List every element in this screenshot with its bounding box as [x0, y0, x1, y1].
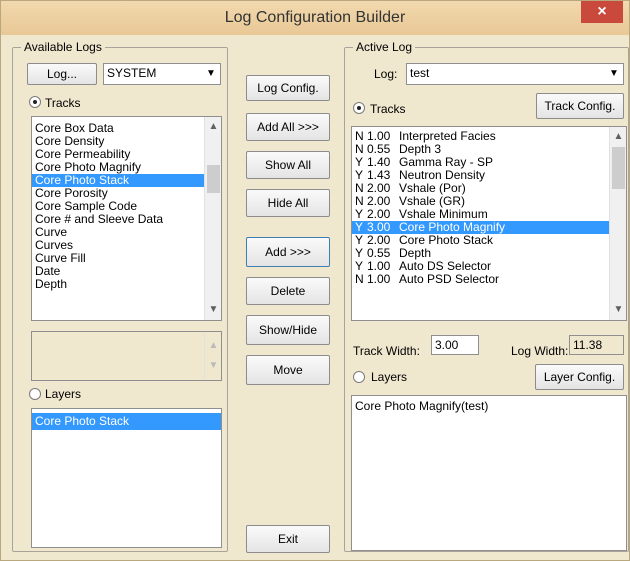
active-layers-radio[interactable] — [353, 371, 365, 383]
track-width-field[interactable]: 3.00 — [431, 335, 479, 355]
log-config-label: Log Config. — [257, 81, 319, 95]
scroll-up-icon: ▲ — [208, 340, 219, 351]
active-tracks-radio-label: Tracks — [370, 102, 406, 116]
available-tracks-scrollbar[interactable]: ▲ ▼ — [204, 117, 221, 320]
active-track-row[interactable]: N 2.00 Vshale (Por) — [352, 182, 626, 195]
log-width-field: 11.38 — [569, 335, 624, 355]
log-label: Log: — [374, 67, 398, 81]
active-log-label: Active Log — [353, 40, 416, 54]
scroll-down-icon: ▼ — [208, 360, 219, 371]
active-layer-item[interactable]: Core Photo Magnify(test) — [352, 400, 626, 413]
track-config-label: Track Config. — [544, 99, 616, 113]
delete-button[interactable]: Delete — [246, 277, 330, 305]
active-track-row[interactable]: N 1.00 Interpreted Facies — [352, 130, 626, 143]
add-all-label: Add All >>> — [257, 120, 319, 134]
scroll-up-icon[interactable]: ▲ — [610, 129, 626, 145]
exit-label: Exit — [277, 532, 298, 546]
radio-selected-dot — [357, 106, 361, 110]
active-tracks-radio[interactable] — [353, 102, 365, 114]
layer-config-label: Layer Config. — [543, 370, 616, 384]
active-track-width: 1.00 — [367, 272, 391, 286]
title-bar: Log Configuration Builder × — [1, 1, 629, 35]
available-tracks-list[interactable]: Core Box Data Core Density Core Permeabili… — [31, 116, 222, 321]
tracks-radio-label: Tracks — [45, 96, 81, 110]
scroll-down-icon[interactable]: ▼ — [610, 302, 626, 318]
chevron-down-icon[interactable]: ▼ — [605, 64, 623, 84]
add-all-button[interactable]: Add All >>> — [246, 113, 330, 141]
track-list-item[interactable]: Curve Fill — [32, 252, 221, 265]
available-empty-list: ▲ ▼ — [31, 331, 222, 381]
active-track-row[interactable]: Y 2.00 Core Photo Stack — [352, 234, 626, 247]
track-width-label: Track Width: — [353, 344, 420, 358]
system-log-value: SYSTEM — [107, 66, 157, 80]
log-button-label: Log... — [46, 67, 78, 81]
scroll-down-icon[interactable]: ▼ — [205, 302, 221, 318]
hide-all-label: Hide All — [267, 196, 309, 210]
exit-button[interactable]: Exit — [246, 525, 330, 553]
log-width-label: Log Width: — [511, 344, 569, 358]
radio-selected-dot — [33, 100, 37, 104]
empty-list-scrollbar: ▲ ▼ — [204, 332, 221, 380]
show-hide-button[interactable]: Show/Hide — [246, 315, 330, 345]
close-button[interactable]: × — [581, 1, 623, 23]
layer-list-item[interactable]: Core Photo Stack — [32, 413, 221, 430]
track-list-item[interactable]: Depth — [32, 278, 221, 291]
track-width-value: 3.00 — [435, 338, 459, 352]
track-config-button[interactable]: Track Config. — [536, 93, 624, 119]
active-log-value: test — [410, 66, 430, 80]
add-button[interactable]: Add >>> — [246, 237, 330, 267]
move-label: Move — [273, 363, 303, 377]
log-button[interactable]: Log... — [27, 63, 97, 85]
show-all-label: Show All — [264, 158, 312, 172]
move-button[interactable]: Move — [246, 355, 330, 385]
active-track-row[interactable]: Y 1.43 Neutron Density — [352, 169, 626, 182]
show-hide-label: Show/Hide — [258, 323, 318, 337]
delete-label: Delete — [270, 284, 306, 298]
available-logs-label: Available Logs — [21, 40, 105, 54]
close-icon: × — [597, 3, 607, 20]
window-title: Log Configuration Builder — [224, 9, 406, 26]
active-layers-list[interactable]: Core Photo Magnify(test) — [351, 395, 627, 551]
active-track-row[interactable]: Y 1.40 Gamma Ray - SP — [352, 156, 626, 169]
show-all-button[interactable]: Show All — [246, 151, 330, 179]
chevron-down-icon[interactable]: ▼ — [202, 64, 220, 84]
add-label: Add >>> — [265, 245, 311, 259]
layers-radio-label: Layers — [45, 387, 82, 401]
scroll-up-icon[interactable]: ▲ — [205, 119, 221, 135]
dialog-window: Log Configuration Builder × Available Lo… — [0, 0, 630, 561]
available-layers-list[interactable]: Core Photo Stack — [31, 408, 222, 548]
log-config-button[interactable]: Log Config. — [246, 75, 330, 101]
active-log-select[interactable]: test ▼ — [406, 63, 624, 85]
layers-radio[interactable] — [29, 388, 41, 400]
active-track-flag: N — [355, 272, 364, 286]
active-track-row[interactable]: N 2.00 Vshale (GR) — [352, 195, 626, 208]
active-track-name: Auto PSD Selector — [399, 272, 500, 286]
system-log-select[interactable]: SYSTEM ▼ — [103, 63, 221, 85]
active-track-row[interactable]: N 1.00 Auto PSD Selector — [352, 273, 626, 286]
layer-config-button[interactable]: Layer Config. — [535, 364, 624, 390]
scrollbar-thumb[interactable] — [207, 165, 220, 193]
active-layers-radio-label: Layers — [371, 370, 408, 384]
log-width-value: 11.38 — [573, 338, 603, 352]
active-tracks-list[interactable]: N 1.00 Interpreted Facies N 0.55 Depth 3 Y 1.40… — [351, 126, 627, 321]
tracks-radio[interactable] — [29, 96, 41, 108]
scrollbar-thumb[interactable] — [612, 147, 625, 189]
hide-all-button[interactable]: Hide All — [246, 189, 330, 217]
active-tracks-scrollbar[interactable]: ▲ ▼ — [609, 127, 626, 320]
